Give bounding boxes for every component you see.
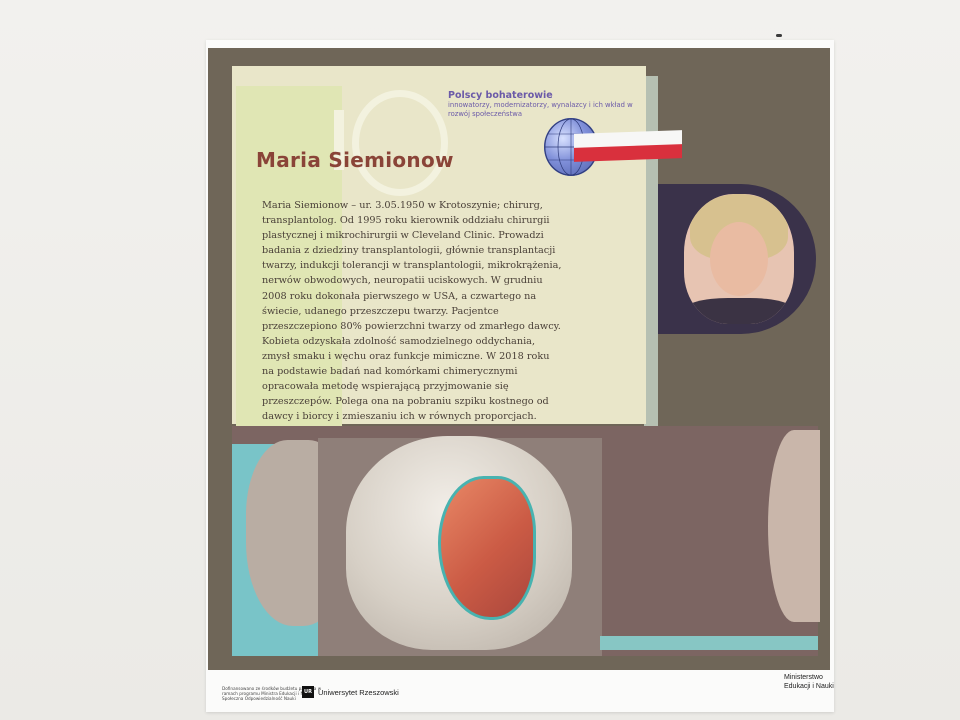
series-title: Polscy bohaterowie [448,90,553,101]
portrait-face [710,222,768,296]
panel-shadow [644,76,658,426]
portrait-shoulders [684,298,794,324]
person-name: Maria Siemionow [256,148,454,172]
decorative-letter-ring [352,90,448,196]
collage-teal-strip [600,636,818,650]
biography-text: Maria Siemionow – ur. 3.05.1950 w Krotos… [262,200,562,423]
series-subtitle: innowatorzy, modernizatorzy, wynalazcy i… [448,101,633,118]
university-name: Uniwersytet Rzeszowski [318,688,399,697]
university-logo: UR [302,686,314,698]
ministry-name: Ministerstwo Edukacji i Nauki [784,674,834,690]
statue-head-right [768,430,820,622]
portrait-photo [684,194,794,324]
pin [776,34,782,37]
